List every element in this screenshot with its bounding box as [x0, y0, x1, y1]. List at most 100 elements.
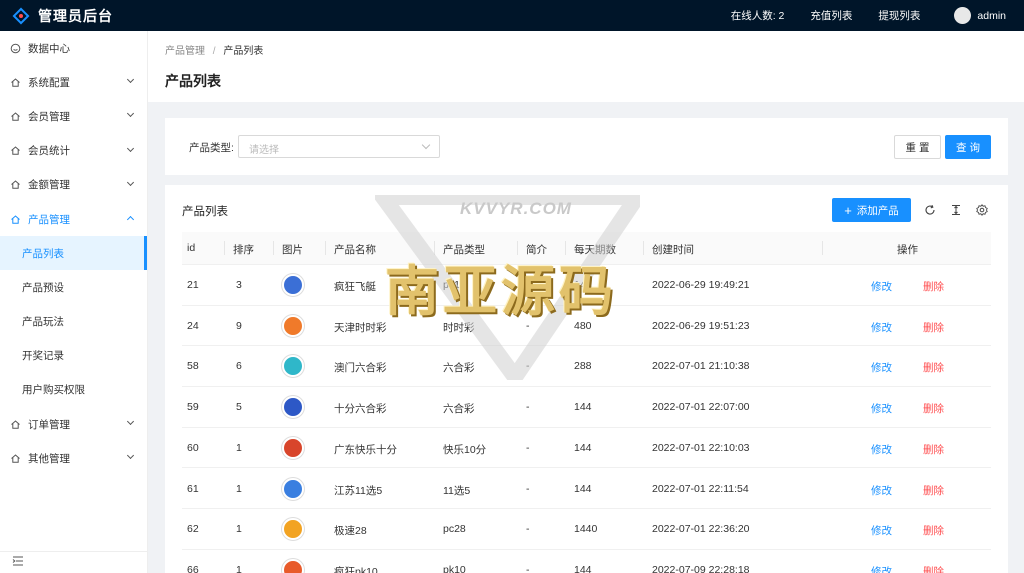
menu-fold-icon — [12, 556, 24, 569]
column-height-icon[interactable] — [949, 203, 963, 217]
delete-button[interactable]: 删除 — [923, 320, 944, 335]
cell-periods: 144 — [574, 279, 592, 291]
sidebar-item-label: 其他管理 — [28, 452, 70, 465]
table-row: 66 1 疯狂pk10 pk10 - 144 2022-07-09 22:28:18 修改 删除 — [182, 550, 991, 573]
cell-periods: 144 — [574, 482, 592, 495]
sidebar-subitem-draw-records[interactable]: 开奖记录 — [0, 339, 147, 373]
sidebar-item-label: 金额管理 — [28, 179, 70, 192]
cell-id: 24 — [187, 319, 199, 332]
cell-type: 11选5 — [443, 484, 471, 497]
sidebar-item-label: 用户购买权限 — [22, 384, 85, 397]
cell-type: pk10 — [443, 563, 466, 573]
chevron-down-icon — [126, 76, 135, 84]
sidebar-item-product-manage[interactable]: 产品管理 — [0, 202, 147, 236]
column-header-actions: 操作 — [897, 244, 918, 256]
edit-button[interactable]: 修改 — [871, 401, 892, 416]
cell-intro: - — [526, 441, 530, 454]
breadcrumb-parent[interactable]: 产品管理 — [165, 46, 205, 57]
product-thumbnail — [282, 355, 304, 378]
edit-button[interactable]: 修改 — [871, 360, 892, 375]
edit-button[interactable]: 修改 — [871, 483, 892, 498]
sidebar-subitem-product-list[interactable]: 产品列表 — [0, 236, 147, 271]
edit-button[interactable]: 修改 — [871, 523, 892, 538]
cell-periods: 288 — [574, 360, 592, 373]
home-icon — [10, 214, 21, 225]
cell-name: 疯狂pk10 — [334, 565, 378, 573]
logo-icon — [12, 7, 30, 25]
sidebar-item-system-config[interactable]: 系统配置 — [0, 65, 147, 99]
cell-type: 六合彩 — [443, 362, 475, 375]
home-icon — [10, 77, 21, 88]
reset-button[interactable]: 重 置 — [894, 135, 941, 159]
recharge-list-link[interactable]: 充值列表 — [810, 8, 852, 23]
search-button[interactable]: 查 询 — [945, 135, 991, 159]
cell-created: 2022-07-01 22:07:00 — [652, 401, 750, 414]
cell-created: 2022-06-29 19:51:23 — [652, 319, 750, 332]
delete-button[interactable]: 删除 — [923, 442, 944, 457]
cell-periods: 480 — [574, 319, 592, 332]
sidebar-item-data-center[interactable]: 数据中心 — [0, 31, 147, 65]
sidebar-item-other-manage[interactable]: 其他管理 — [0, 441, 147, 475]
cell-intro: - — [526, 482, 530, 495]
delete-button[interactable]: 删除 — [923, 523, 944, 538]
collapse-sidebar-button[interactable] — [0, 551, 147, 573]
cell-created: 2022-07-01 22:11:54 — [652, 482, 749, 495]
cell-created: 2022-07-01 22:10:03 — [652, 441, 750, 454]
edit-button[interactable]: 修改 — [871, 442, 892, 457]
delete-button[interactable]: 删除 — [923, 279, 944, 294]
sidebar-item-label: 产品预设 — [22, 281, 64, 294]
delete-button[interactable]: 删除 — [923, 564, 944, 573]
sidebar-item-label: 产品管理 — [28, 213, 70, 226]
column-header-name: 产品名称 — [334, 244, 376, 256]
column-divider — [822, 241, 823, 255]
sidebar-subitem-product-preset[interactable]: 产品预设 — [0, 270, 147, 304]
reload-icon[interactable] — [923, 203, 937, 217]
user-menu[interactable]: admin — [954, 7, 1006, 24]
cell-intro: - — [526, 279, 530, 291]
edit-button[interactable]: 修改 — [871, 564, 892, 573]
sidebar-subitem-purchase-permission[interactable]: 用户购买权限 — [0, 373, 147, 407]
delete-button[interactable]: 删除 — [923, 401, 944, 416]
home-icon — [10, 111, 21, 122]
chevron-down-icon — [126, 178, 135, 186]
cell-intro: - — [526, 319, 530, 332]
sidebar-item-label: 会员管理 — [28, 110, 70, 123]
sidebar-item-member-stats[interactable]: 会员统计 — [0, 134, 147, 168]
home-icon — [10, 179, 21, 190]
cell-intro: - — [526, 401, 530, 414]
cell-type: 快乐10分 — [443, 443, 487, 456]
delete-button[interactable]: 删除 — [923, 483, 944, 498]
sidebar-item-label: 产品列表 — [22, 247, 64, 260]
delete-button[interactable]: 删除 — [923, 360, 944, 375]
withdraw-list-link[interactable]: 提现列表 — [878, 8, 920, 23]
edit-button[interactable]: 修改 — [871, 279, 892, 294]
sidebar-item-member-manage[interactable]: 会员管理 — [0, 99, 147, 133]
home-icon — [10, 453, 21, 464]
cell-created: 2022-07-09 22:28:18 — [652, 563, 750, 573]
cell-name: 十分六合彩 — [334, 403, 387, 416]
setting-icon[interactable] — [975, 203, 989, 217]
column-header-periods: 每天期数 — [574, 244, 616, 256]
table-card: 产品列表 + 添加产品 id 排序 图片 产品名称 产品类型 简介 每天期数 创… — [165, 185, 1008, 573]
username: admin — [977, 9, 1006, 22]
chevron-down-icon — [421, 140, 431, 150]
cell-created: 2022-06-29 19:49:21 — [652, 279, 750, 291]
cell-name: 天津时时彩 — [334, 321, 387, 334]
table-row: 24 9 天津时时彩 时时彩 - 480 2022-06-29 19:51:23 修改 删除 — [182, 306, 991, 347]
sidebar: 数据中心 系统配置 会员管理 会员统计 金额管理 产品管理 产品列表 产品预设 … — [0, 31, 148, 573]
column-divider — [643, 241, 644, 255]
column-divider — [273, 241, 274, 255]
column-divider — [565, 241, 566, 255]
sidebar-item-label: 开奖记录 — [22, 350, 64, 363]
cell-type: 时时彩 — [443, 321, 475, 334]
add-product-button[interactable]: + 添加产品 — [832, 198, 911, 222]
sidebar-subitem-product-play[interactable]: 产品玩法 — [0, 305, 147, 339]
column-divider — [517, 241, 518, 255]
sidebar-item-amount-manage[interactable]: 金额管理 — [0, 168, 147, 202]
table-header: id 排序 图片 产品名称 产品类型 简介 每天期数 创建时间 操作 — [182, 232, 991, 265]
sidebar-item-order-manage[interactable]: 订单管理 — [0, 407, 147, 441]
edit-button[interactable]: 修改 — [871, 320, 892, 335]
column-header-id: id — [187, 242, 196, 254]
product-type-select[interactable]: 请选择 — [238, 135, 440, 158]
logo[interactable]: 管理员后台 — [0, 6, 148, 26]
